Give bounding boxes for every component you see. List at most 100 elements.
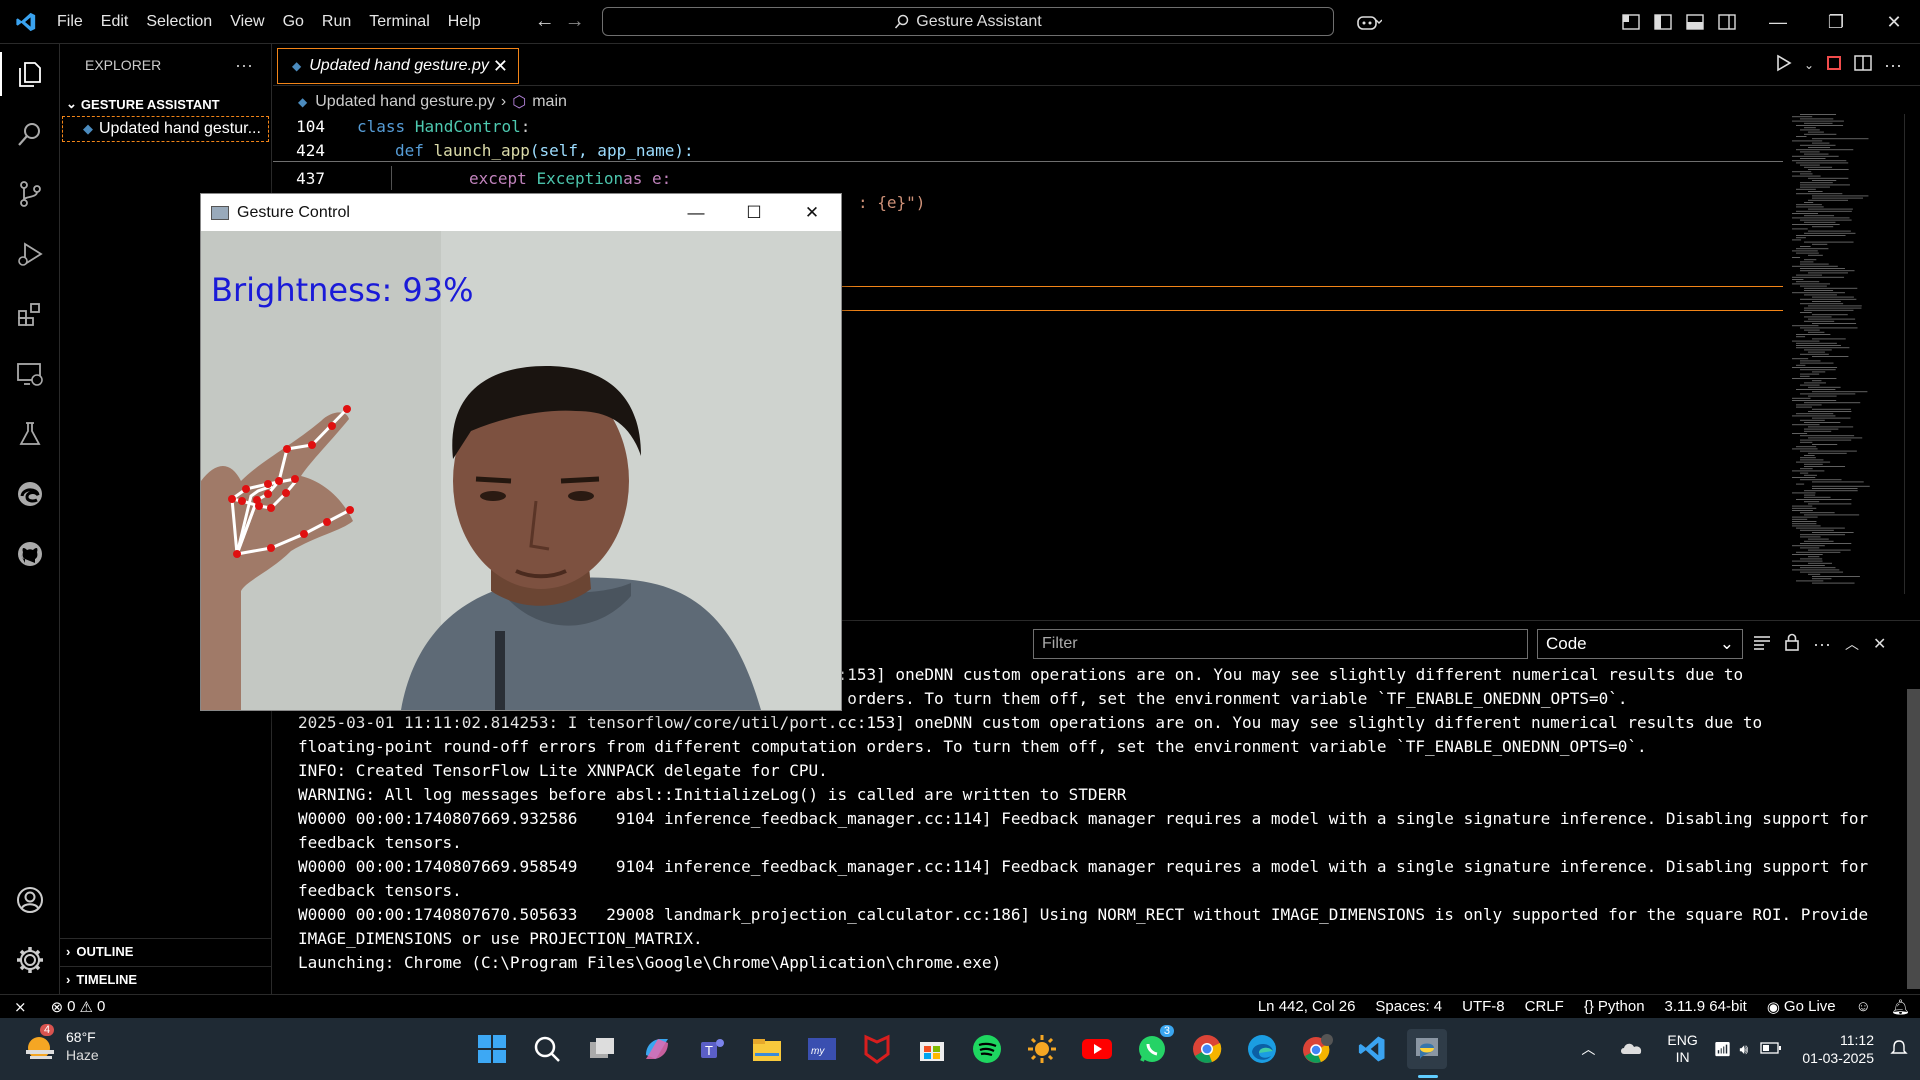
clock[interactable]: 11:12 01-03-2025 <box>1790 1031 1886 1067</box>
filter-input[interactable]: Filter <box>1033 629 1528 659</box>
teams-icon[interactable]: T <box>692 1029 732 1069</box>
timeline-section[interactable]: › TIMELINE <box>60 966 272 992</box>
menu-view[interactable]: View <box>221 0 273 44</box>
toggle-secondary-sidebar-icon[interactable] <box>1711 0 1743 44</box>
language-mode[interactable]: {} Python <box>1574 998 1655 1015</box>
more-actions-icon[interactable]: ··· <box>235 55 253 76</box>
search-icon <box>895 14 909 29</box>
file-item-hand-gesture[interactable]: ◆ Updated hand gestur... <box>62 116 269 142</box>
explorer-icon[interactable] <box>0 44 60 104</box>
more-actions-icon[interactable]: ··· <box>1884 55 1902 76</box>
gesture-close-button[interactable]: ✕ <box>783 194 841 231</box>
myjio-icon[interactable]: my <box>802 1029 842 1069</box>
edge-devtools-icon[interactable] <box>0 464 60 524</box>
tray-chevron-up-icon[interactable]: ︿ <box>1569 1039 1607 1059</box>
breadcrumb-symbol[interactable]: main <box>532 93 567 111</box>
gesture-maximize-button[interactable]: ☐ <box>725 194 783 231</box>
minimap-line <box>1808 351 1825 353</box>
maximize-panel-icon[interactable]: ︿ <box>1845 634 1859 654</box>
workspace-folder[interactable]: ⌄ GESTURE ASSISTANT <box>60 92 271 116</box>
tab-updated-hand-gesture[interactable]: ◆ Updated hand gesture.py ✕ <box>277 48 519 84</box>
output-channel-select[interactable]: Code ⌄ <box>1537 629 1743 659</box>
close-panel-icon[interactable]: ✕ <box>1873 634 1886 654</box>
search-icon[interactable] <box>0 104 60 164</box>
mcafee-icon[interactable] <box>857 1029 897 1069</box>
sun-app-icon[interactable] <box>1022 1029 1062 1069</box>
extensions-icon[interactable] <box>0 284 60 344</box>
indentation[interactable]: Spaces: 4 <box>1365 998 1452 1015</box>
whatsapp-icon[interactable]: 3 <box>1132 1025 1174 1069</box>
minimap-line <box>1792 521 1817 522</box>
github-icon[interactable] <box>0 524 60 584</box>
edge-icon[interactable] <box>1242 1029 1282 1069</box>
more-actions-icon[interactable]: ··· <box>1813 634 1831 655</box>
close-button[interactable]: ✕ <box>1865 0 1920 44</box>
minimap-slider[interactable] <box>1904 114 1920 594</box>
stop-icon[interactable] <box>1826 55 1842 76</box>
toggle-sidebar-icon[interactable] <box>1647 0 1679 44</box>
clear-output-icon[interactable] <box>1753 634 1771 655</box>
testing-icon[interactable] <box>0 404 60 464</box>
forward-arrow-icon[interactable]: → <box>560 10 590 33</box>
remote-indicator-icon[interactable]: ⨯ <box>0 998 41 1016</box>
taskbar-search-icon[interactable] <box>527 1029 567 1069</box>
menu-edit[interactable]: Edit <box>92 0 138 44</box>
windows-start-icon[interactable] <box>472 1029 512 1069</box>
customize-layout-icon[interactable] <box>1615 0 1647 44</box>
minimize-button[interactable]: — <box>1749 0 1807 44</box>
menu-terminal[interactable]: Terminal <box>360 0 438 44</box>
vscode-taskbar-icon[interactable] <box>1352 1029 1392 1069</box>
go-live-button[interactable]: ◉ Go Live <box>1757 998 1846 1016</box>
gesture-window-titlebar[interactable]: Gesture Control — ☐ ✕ <box>201 194 841 231</box>
menu-go[interactable]: Go <box>274 0 313 44</box>
cursor-position[interactable]: Ln 442, Col 26 <box>1248 998 1366 1015</box>
copilot-icon[interactable] <box>1345 0 1393 44</box>
menu-run[interactable]: Run <box>313 0 360 44</box>
run-debug-icon[interactable] <box>0 224 60 284</box>
python-interpreter[interactable]: 3.11.9 64-bit <box>1655 998 1757 1015</box>
problems-indicator[interactable]: ⊗ 0 ⚠ 0 <box>41 998 116 1016</box>
wifi-icon[interactable]: 📶︎ <box>1710 1041 1736 1058</box>
python-taskbar-icon[interactable] <box>1407 1029 1447 1069</box>
file-explorer-icon[interactable] <box>747 1029 787 1069</box>
menu-help[interactable]: Help <box>439 0 490 44</box>
menu-selection[interactable]: Selection <box>137 0 221 44</box>
end-of-line[interactable]: CRLF <box>1515 998 1574 1015</box>
output-scrollbar[interactable] <box>1907 689 1920 989</box>
manage-gear-icon[interactable] <box>0 930 60 990</box>
gesture-minimize-button[interactable]: — <box>667 194 725 231</box>
remote-explorer-icon[interactable] <box>0 344 60 404</box>
copilot-status-icon[interactable]: ☺ <box>1846 998 1881 1015</box>
onedrive-icon[interactable] <box>1607 1040 1655 1059</box>
copilot-app-icon[interactable] <box>637 1029 677 1069</box>
notification-center-icon[interactable] <box>1886 1039 1920 1060</box>
breadcrumb-file[interactable]: Updated hand gesture.py <box>315 93 495 111</box>
command-center-search[interactable]: Gesture Assistant <box>602 7 1334 36</box>
language-indicator[interactable]: ENG IN <box>1655 1032 1709 1066</box>
weather-widget[interactable]: 4 68°F Haze <box>22 1024 99 1064</box>
restore-button[interactable]: ❐ <box>1807 0 1865 44</box>
minimap[interactable] <box>1780 114 1900 594</box>
task-view-icon[interactable] <box>582 1029 622 1069</box>
lock-icon[interactable] <box>1785 633 1799 656</box>
spotify-icon[interactable] <box>967 1029 1007 1069</box>
notifications-bell-icon[interactable]: 🔔︎ <box>1881 998 1920 1016</box>
microsoft-store-icon[interactable] <box>912 1029 952 1069</box>
run-dropdown-chevron-icon[interactable]: ⌄ <box>1804 58 1814 72</box>
volume-icon[interactable]: 🔊︎ <box>1736 1041 1753 1058</box>
outline-section[interactable]: › OUTLINE <box>60 938 272 964</box>
back-arrow-icon[interactable]: ← <box>530 10 560 33</box>
battery-icon[interactable] <box>1752 1041 1790 1057</box>
source-control-icon[interactable] <box>0 164 60 224</box>
youtube-icon[interactable] <box>1077 1029 1117 1069</box>
encoding[interactable]: UTF-8 <box>1452 998 1515 1015</box>
minimap-line <box>1800 419 1825 421</box>
chrome-profile-icon[interactable] <box>1297 1029 1337 1069</box>
run-file-icon[interactable] <box>1776 54 1792 77</box>
close-tab-icon[interactable]: ✕ <box>493 56 508 77</box>
toggle-panel-icon[interactable] <box>1679 0 1711 44</box>
accounts-icon[interactable] <box>0 870 60 930</box>
split-editor-icon[interactable] <box>1854 54 1872 76</box>
menu-file[interactable]: File <box>48 0 92 44</box>
chrome-icon[interactable] <box>1187 1029 1227 1069</box>
